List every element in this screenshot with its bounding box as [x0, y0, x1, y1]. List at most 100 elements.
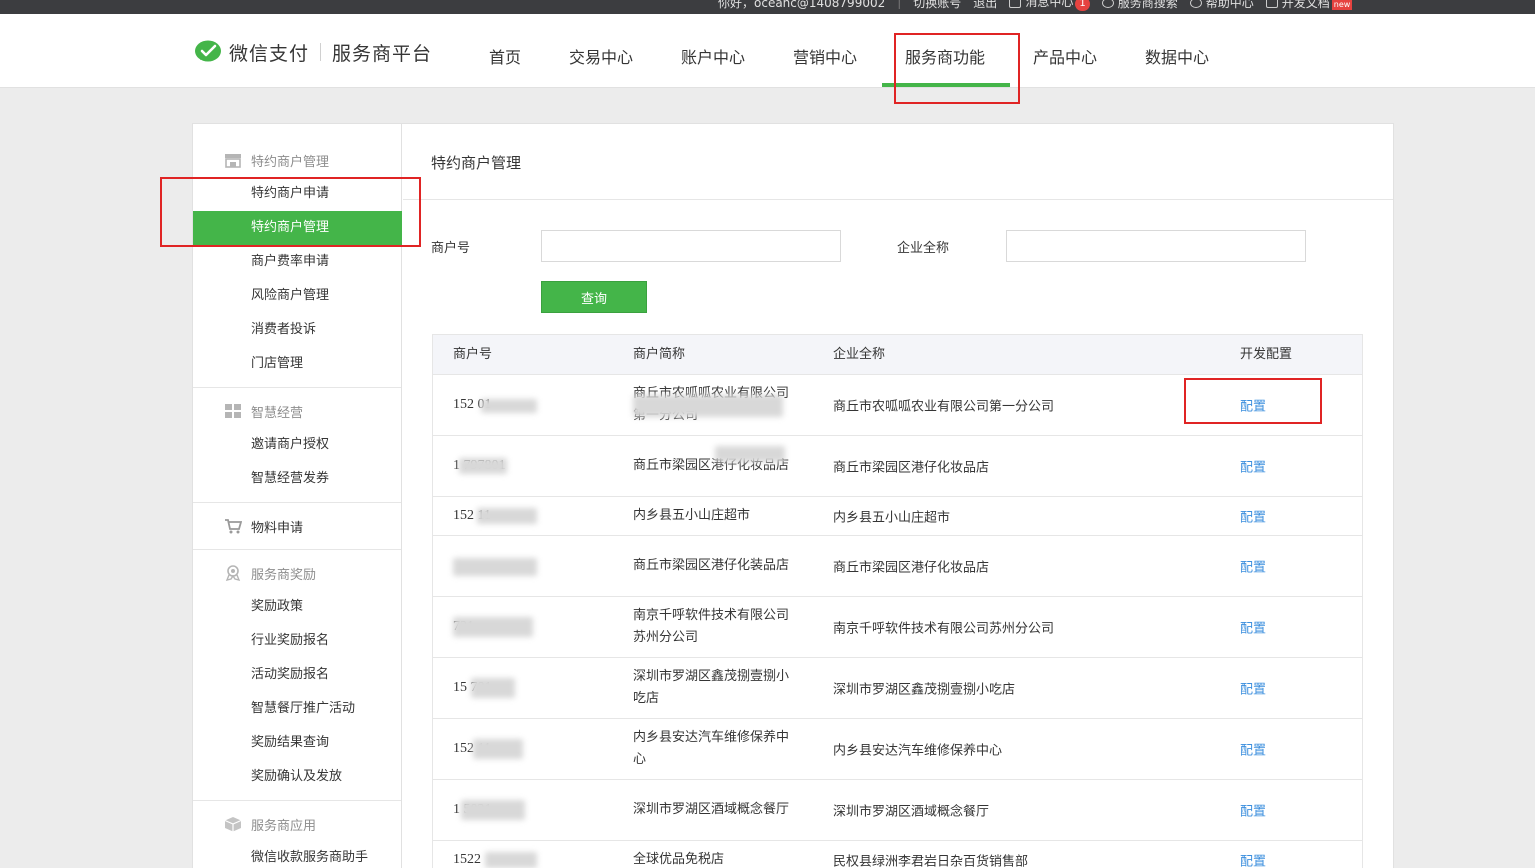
- help-icon: [1189, 0, 1202, 8]
- nav-account-center[interactable]: 账户中心: [681, 44, 745, 68]
- dev-docs-link[interactable]: 开发文档 new: [1265, 0, 1353, 11]
- platform-name: 服务商平台: [332, 42, 433, 65]
- table-row: 152 11 内乡县五小山庄超市 内乡县五小山庄超市 配置: [433, 497, 1362, 536]
- nav-marketing-center[interactable]: 营销中心: [793, 44, 857, 68]
- sidebar-item-smart-restaurant-promo[interactable]: 智慧餐厅推广活动: [193, 692, 402, 726]
- full-name-cell: 深圳市罗湖区鑫茂捌壹捌小吃店: [833, 682, 1016, 698]
- sidebar-item-risk-merchant[interactable]: 风险商户管理: [193, 279, 402, 313]
- redaction-blur: [453, 558, 537, 576]
- config-link[interactable]: 配置: [1240, 507, 1266, 526]
- search-link[interactable]: 服务商搜索: [1101, 0, 1178, 11]
- column-header-merchant-id: 商户号: [453, 347, 493, 362]
- config-link[interactable]: 配置: [1240, 801, 1266, 820]
- messages-link[interactable]: 消息中心 1: [1009, 0, 1090, 11]
- sidebar-group-material-apply[interactable]: 物料申请: [193, 514, 402, 538]
- config-link[interactable]: 配置: [1240, 557, 1266, 576]
- sidebar-item-store-management[interactable]: 门店管理: [193, 347, 402, 381]
- merchant-id-input[interactable]: [541, 230, 841, 262]
- redaction-blur: [715, 446, 785, 462]
- full-name-cell: 深圳市罗湖区酒域概念餐厅: [833, 804, 990, 820]
- nav-product-center[interactable]: 产品中心: [1033, 44, 1097, 68]
- nav-data-center[interactable]: 数据中心: [1145, 44, 1209, 68]
- table-row: 15 781 深圳市罗湖区鑫茂捌壹捌小吃店 深圳市罗湖区鑫茂捌壹捌小吃店 配置: [433, 658, 1362, 719]
- nav-provider-functions[interactable]: 服务商功能: [905, 44, 985, 68]
- merchant-table: 商户号 商户简称 企业全称 开发配置 152 01 商丘市农呱呱农业有限公司第一…: [432, 334, 1363, 868]
- message-count-badge: 1: [1075, 0, 1090, 11]
- redaction-blur: [633, 395, 783, 417]
- nav-trade-center[interactable]: 交易中心: [569, 44, 633, 68]
- sidebar-item-reward-confirm-payout[interactable]: 奖励确认及发放: [193, 760, 402, 794]
- full-name-cell: 商丘市梁园区港仔化妆品店: [833, 560, 990, 576]
- search-icon: [1101, 0, 1114, 8]
- grid-icon: [225, 404, 241, 418]
- table-row: 731 南京千呼软件技术有限公司苏州分公司 南京千呼软件技术有限公司苏州分公司 …: [433, 597, 1362, 658]
- sidebar-group-merchant-management: 特约商户管理: [193, 148, 402, 172]
- sidebar-item-activity-reward-signup[interactable]: 活动奖励报名: [193, 658, 402, 692]
- box-icon: [224, 817, 242, 832]
- sidebar-item-industry-reward-signup[interactable]: 行业奖励报名: [193, 624, 402, 658]
- sidebar-item-smart-coupons[interactable]: 智慧经营发券: [193, 462, 402, 496]
- page-title: 特约商户管理: [431, 154, 522, 172]
- config-link[interactable]: 配置: [1240, 618, 1266, 637]
- config-link[interactable]: 配置: [1240, 457, 1266, 476]
- document-icon: [1265, 0, 1278, 8]
- full-name-cell: 内乡县五小山庄超市: [833, 510, 951, 526]
- active-nav-indicator: [882, 83, 1010, 87]
- redaction-blur: [471, 678, 515, 698]
- short-name-cell: 全球优品免税店: [633, 852, 725, 867]
- sidebar: 特约商户管理 特约商户申请 特约商户管理 商户费率申请 风险商户管理 消费者投诉…: [193, 124, 402, 868]
- company-name-input[interactable]: [1006, 230, 1306, 262]
- content-area: 特约商户管理 商户号 企业全称 查询 商户号 商户简称 企业全称 开发配置 15…: [403, 124, 1393, 868]
- query-button[interactable]: 查询: [541, 281, 647, 313]
- sidebar-item-wechat-pay-assistant[interactable]: 微信收款服务商助手: [193, 841, 402, 868]
- config-link[interactable]: 配置: [1240, 396, 1266, 415]
- sidebar-item-fee-apply[interactable]: 商户费率申请: [193, 245, 402, 279]
- award-icon: [225, 565, 241, 581]
- switch-account-link[interactable]: 切换账号: [913, 0, 961, 11]
- full-name-cell: 商丘市梁园区港仔化妆品店: [833, 460, 990, 476]
- sidebar-item-merchant-apply[interactable]: 特约商户申请: [193, 177, 402, 211]
- table-row: 1522 全球优品免税店 民权县绿洲李君岩日杂百货销售部 配置: [433, 841, 1362, 868]
- sidebar-group-provider-apps: 服务商应用: [193, 812, 402, 836]
- sidebar-item-merchant-management[interactable]: 特约商户管理: [193, 211, 402, 245]
- main-panel: 特约商户管理 特约商户申请 特约商户管理 商户费率申请 风险商户管理 消费者投诉…: [192, 123, 1394, 868]
- top-utility-bar: 你好，oceanc@1408799002 | 切换账号 退出 消息中心 1 服务商…: [0, 0, 1535, 14]
- full-name-cell: 民权县绿洲李君岩日杂百货销售部: [833, 854, 1029, 868]
- short-name-cell: 内乡县五小山庄超市: [633, 508, 751, 523]
- config-link[interactable]: 配置: [1240, 679, 1266, 698]
- logo[interactable]: 微信支付 服务商平台: [194, 38, 432, 66]
- sidebar-group-provider-rewards: 服务商奖励: [193, 561, 402, 585]
- redaction-blur: [477, 508, 537, 524]
- company-name-label: 企业全称: [897, 241, 950, 256]
- shop-icon: [225, 154, 241, 168]
- config-link[interactable]: 配置: [1240, 851, 1266, 868]
- nav-home[interactable]: 首页: [489, 44, 521, 68]
- sidebar-item-reward-result-query[interactable]: 奖励结果查询: [193, 726, 402, 760]
- logout-link[interactable]: 退出: [973, 0, 997, 11]
- short-name-cell: 南京千呼软件技术有限公司苏州分公司: [633, 608, 790, 645]
- header: 微信支付 服务商平台 首页 交易中心 账户中心 营销中心 服务商功能 产品中心 …: [0, 14, 1535, 88]
- sidebar-item-invite-authorization[interactable]: 邀请商户授权: [193, 428, 402, 462]
- full-name-cell: 商丘市农呱呱农业有限公司第一分公司: [833, 399, 1055, 415]
- help-link[interactable]: 帮助中心: [1189, 0, 1254, 11]
- table-row: 1 5021 深圳市罗湖区酒域概念餐厅 深圳市罗湖区酒域概念餐厅 配置: [433, 780, 1362, 841]
- short-name-cell: 深圳市罗湖区鑫茂捌壹捌小吃店: [633, 669, 790, 706]
- full-name-cell: 内乡县安达汽车维修保养中心: [833, 743, 1003, 759]
- cart-icon: [225, 519, 242, 534]
- redaction-blur: [473, 739, 523, 759]
- brand-name: 微信支付: [229, 42, 310, 65]
- merchant-id-cell: 1522: [453, 852, 481, 867]
- sidebar-item-reward-policy[interactable]: 奖励政策: [193, 590, 402, 624]
- sidebar-group-smart-business: 智慧经营: [193, 399, 402, 423]
- redaction-blur: [481, 399, 537, 413]
- redaction-blur: [453, 617, 533, 637]
- mail-icon: [1009, 0, 1022, 8]
- config-link[interactable]: 配置: [1240, 740, 1266, 759]
- wechat-pay-logo-icon: [195, 40, 221, 62]
- short-name-cell: 深圳市罗湖区酒域概念餐厅: [633, 802, 790, 817]
- sidebar-item-consumer-complaints[interactable]: 消费者投诉: [193, 313, 402, 347]
- column-header-short-name: 商户简称: [633, 347, 686, 362]
- redaction-blur: [459, 458, 507, 474]
- user-greeting: 你好，oceanc@1408799002: [718, 0, 886, 10]
- merchant-id-label: 商户号: [431, 241, 471, 256]
